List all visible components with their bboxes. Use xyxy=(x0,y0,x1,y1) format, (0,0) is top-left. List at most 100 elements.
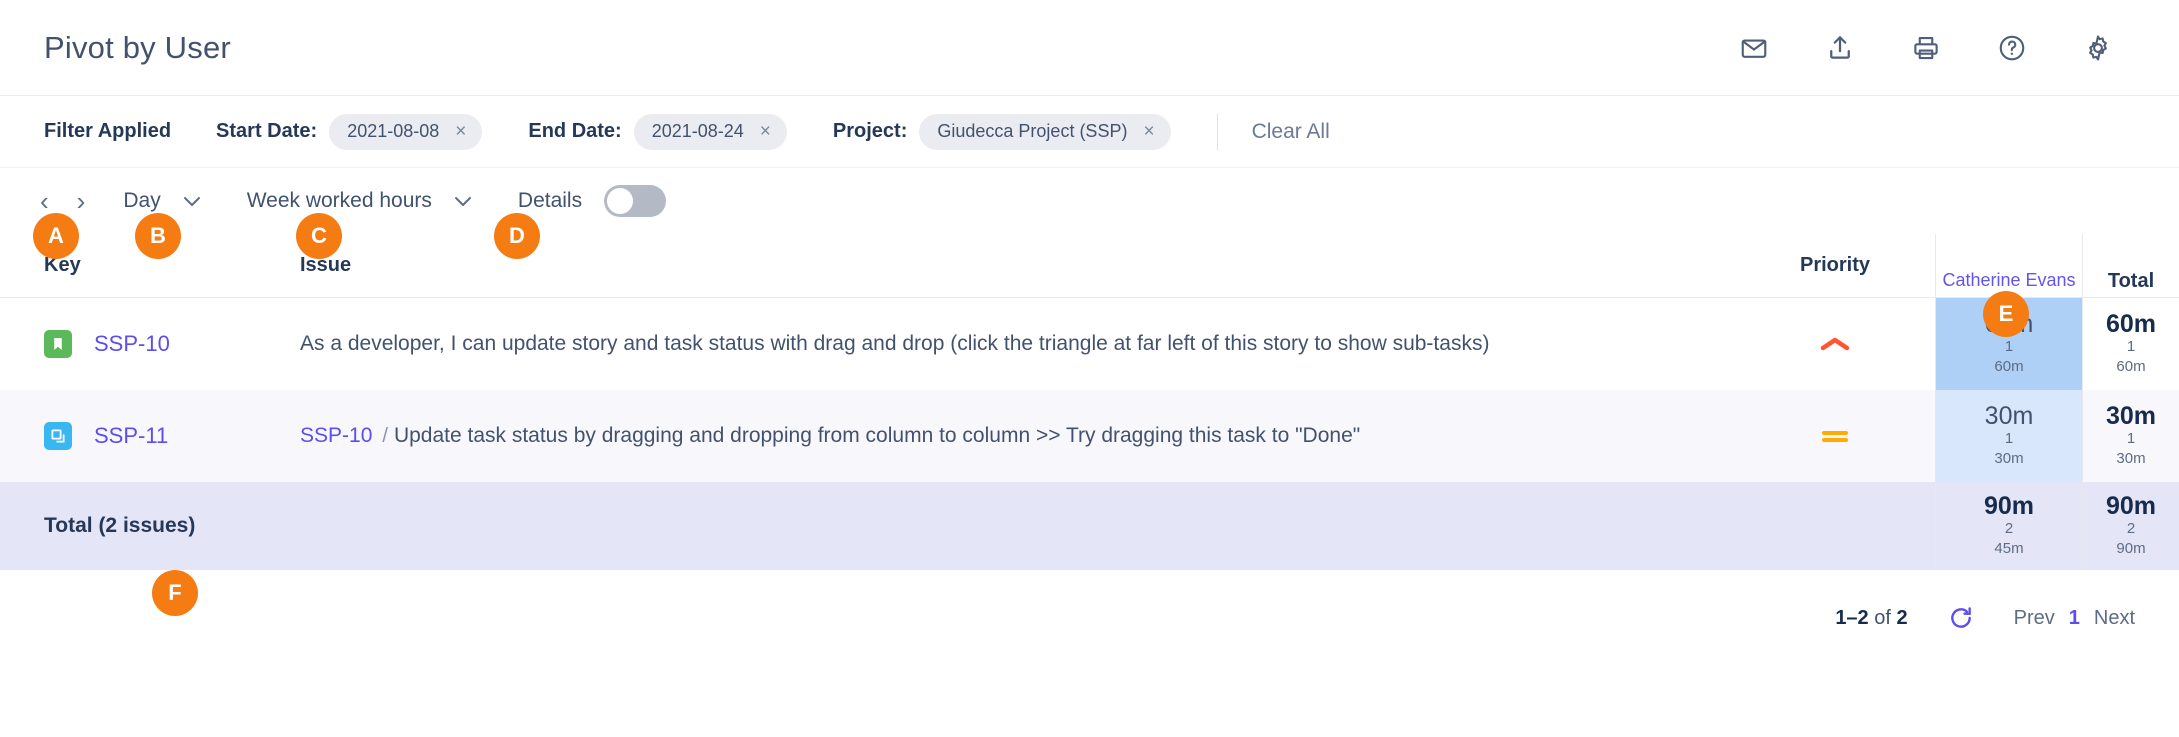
column-header-total: Total xyxy=(2107,270,2155,292)
help-icon[interactable] xyxy=(1997,33,2027,63)
row-priority-cell xyxy=(1735,390,1935,482)
pagination-of-text: of xyxy=(1874,606,1891,629)
upload-icon[interactable] xyxy=(1825,33,1855,63)
prev-page-button[interactable]: Prev xyxy=(2014,607,2055,630)
total-row-user-count: 2 xyxy=(2004,519,2014,537)
page-title: Pivot by User xyxy=(44,29,231,65)
period-nav: ‹ › xyxy=(40,188,85,214)
issue-summary[interactable]: As a developer, I can update story and t… xyxy=(300,332,1489,356)
priority-medium-icon xyxy=(1818,425,1852,447)
next-period-button[interactable]: › xyxy=(77,188,86,214)
row-issue-cell: As a developer, I can update story and t… xyxy=(300,298,1735,390)
row-user-cell[interactable]: 30m 1 30m xyxy=(1935,390,2083,482)
end-date-label: End Date: xyxy=(528,120,622,142)
end-date-chip[interactable]: 2021-08-24 × xyxy=(633,113,787,150)
total-value: 60m xyxy=(2105,309,2157,338)
total-row-total-value: 90m xyxy=(2105,491,2157,520)
start-date-label: Start Date: xyxy=(216,120,318,142)
filter-divider xyxy=(1216,113,1218,150)
period-value: Day xyxy=(123,189,161,212)
table-row[interactable]: SSP-11 SSP-10 / Update task status by dr… xyxy=(0,390,2179,482)
user-value: 30m xyxy=(1984,401,2034,430)
period-dropdown[interactable]: Day xyxy=(123,189,200,213)
pagination-range-total: 2 xyxy=(1896,606,1908,629)
mail-icon[interactable] xyxy=(1739,33,1769,63)
chevron-down-icon xyxy=(183,193,201,210)
total-average: 60m xyxy=(2116,358,2146,376)
pagination-range: 1–2 of 2 xyxy=(1835,607,1907,630)
annotation-badge-b: B xyxy=(135,213,181,259)
measure-value: Week worked hours xyxy=(246,189,432,212)
start-date-value: 2021-08-08 xyxy=(347,121,440,141)
total-row-user-value: 90m xyxy=(1983,491,2035,520)
table-row[interactable]: SSP-10 As a developer, I can update stor… xyxy=(0,298,2179,390)
measure-dropdown[interactable]: Week worked hours xyxy=(247,189,472,213)
annotation-badge-f: F xyxy=(152,570,198,616)
details-toggle[interactable] xyxy=(604,185,667,217)
clear-all-button[interactable]: Clear All xyxy=(1252,120,1330,144)
column-header-catherine-evans[interactable]: Catherine Evans xyxy=(1942,270,2075,291)
total-row-issue-cell xyxy=(300,482,1735,570)
total-average: 30m xyxy=(2116,450,2146,468)
total-row-label: Total (2 issues) xyxy=(44,514,196,537)
row-key-cell: SSP-10 xyxy=(0,298,300,390)
annotation-badge-d: D xyxy=(494,213,540,259)
remove-end-date-icon[interactable]: × xyxy=(760,122,771,141)
annotation-badge-a: A xyxy=(33,213,79,259)
path-separator: / xyxy=(382,424,388,447)
user-average: 30m xyxy=(1994,450,2024,468)
total-row-label-cell: Total (2 issues) xyxy=(0,482,300,570)
chevron-down-icon xyxy=(454,193,472,210)
user-count: 1 xyxy=(2004,429,2014,447)
annotation-badge-e: E xyxy=(1983,291,2029,337)
table-total-row: Total (2 issues) 90m 2 45m 90m 2 90m xyxy=(0,482,2179,570)
filter-project: Project: Giudecca Project (SSP) × xyxy=(832,113,1171,150)
header-actions xyxy=(1739,33,2135,63)
total-row-total-count: 2 xyxy=(2126,519,2136,537)
issue-key-link[interactable]: SSP-11 xyxy=(94,423,168,449)
pivot-table: Key Issue Priority Catherine Evans Total… xyxy=(0,234,2179,570)
pagination-controls: Prev 1 Next xyxy=(2014,607,2135,630)
issue-summary[interactable]: Update task status by dragging and dropp… xyxy=(394,424,1360,448)
remove-start-date-icon[interactable]: × xyxy=(455,122,466,141)
row-total-cell: 30m 1 30m xyxy=(2083,390,2179,482)
page-number-1[interactable]: 1 xyxy=(2069,607,2080,630)
remove-project-icon[interactable]: × xyxy=(1143,122,1154,141)
total-row-priority-cell xyxy=(1735,482,1935,570)
header-cell-user: Catherine Evans xyxy=(1935,234,2083,297)
next-page-button[interactable]: Next xyxy=(2094,607,2135,630)
project-chip[interactable]: Giudecca Project (SSP) × xyxy=(919,113,1171,150)
page-header: Pivot by User xyxy=(0,0,2179,96)
total-count: 1 xyxy=(2126,429,2136,447)
issue-key-link[interactable]: SSP-10 xyxy=(94,331,170,357)
total-row-user-cell: 90m 2 45m xyxy=(1935,482,2083,570)
project-label: Project: xyxy=(832,120,908,142)
column-header-priority: Priority xyxy=(1799,254,1871,276)
pagination-range-from: 1–2 xyxy=(1835,606,1869,629)
subtask-icon xyxy=(44,422,72,450)
print-icon[interactable] xyxy=(1911,33,1941,63)
user-count: 1 xyxy=(2004,337,2014,355)
total-row-total-average: 90m xyxy=(2116,540,2146,558)
header-cell-priority: Priority xyxy=(1735,234,1935,297)
total-value: 30m xyxy=(2105,401,2157,430)
details-toggle-group: Details xyxy=(517,185,667,217)
table-footer: 1–2 of 2 Prev 1 Next xyxy=(0,570,2179,644)
start-date-chip[interactable]: 2021-08-08 × xyxy=(329,113,483,150)
total-count: 1 xyxy=(2126,337,2136,355)
refresh-icon[interactable] xyxy=(1948,605,1974,631)
parent-issue-link[interactable]: SSP-10 xyxy=(300,424,372,448)
header-cell-total: Total xyxy=(2083,234,2179,297)
pivot-by-user-page: Pivot by User Filter Applied Start Date:… xyxy=(0,0,2179,737)
details-label: Details xyxy=(517,189,583,212)
total-row-user-average: 45m xyxy=(1994,540,2024,558)
project-value: Giudecca Project (SSP) xyxy=(937,121,1128,141)
filter-applied-label: Filter Applied xyxy=(44,120,172,142)
prev-period-button[interactable]: ‹ xyxy=(40,188,49,214)
total-row-total-cell: 90m 2 90m xyxy=(2083,482,2179,570)
filter-start-date: Start Date: 2021-08-08 × xyxy=(216,113,483,150)
gear-icon[interactable] xyxy=(2083,33,2113,63)
user-average: 60m xyxy=(1994,358,2024,376)
end-date-value: 2021-08-24 xyxy=(651,121,744,141)
annotation-badge-c: C xyxy=(296,213,342,259)
